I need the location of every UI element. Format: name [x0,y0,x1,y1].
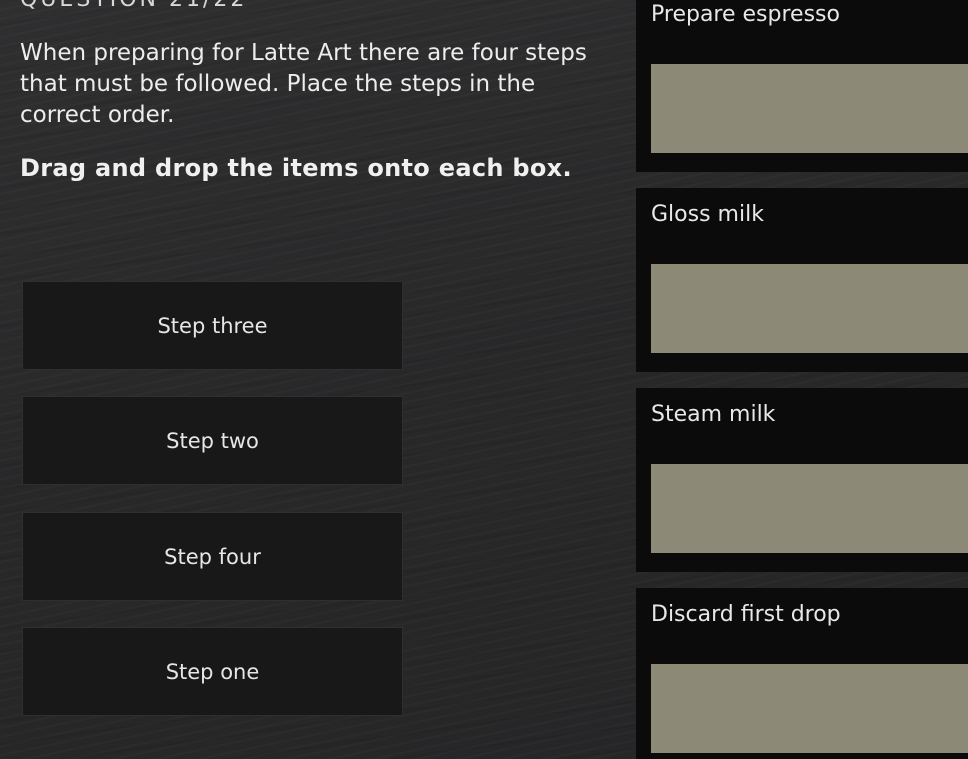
drop-zone[interactable] [651,264,968,353]
drag-instruction: Drag and drop the items onto each box. [20,154,572,182]
question-text: When preparing for Latte Art there are f… [20,40,587,128]
drop-zone[interactable] [651,64,968,153]
drag-item-step-two[interactable]: Step two [22,396,403,485]
target-label: Discard first drop [651,602,841,627]
drop-zone[interactable] [651,664,968,753]
drag-item-step-four[interactable]: Step four [22,512,403,601]
question-number: QUESTION 21/22 [20,0,247,12]
target-card-gloss-milk: Gloss milk [636,188,968,372]
drop-zone[interactable] [651,464,968,553]
target-label: Steam milk [651,402,776,427]
target-card-steam-milk: Steam milk [636,388,968,572]
target-card-prepare-espresso: Prepare espresso [636,0,968,172]
drag-item-step-three[interactable]: Step three [22,281,403,370]
target-label: Prepare espresso [651,2,840,27]
target-label: Gloss milk [651,202,764,227]
target-card-discard-first-drop: Discard first drop [636,588,968,759]
drag-item-step-one[interactable]: Step one [22,627,403,716]
